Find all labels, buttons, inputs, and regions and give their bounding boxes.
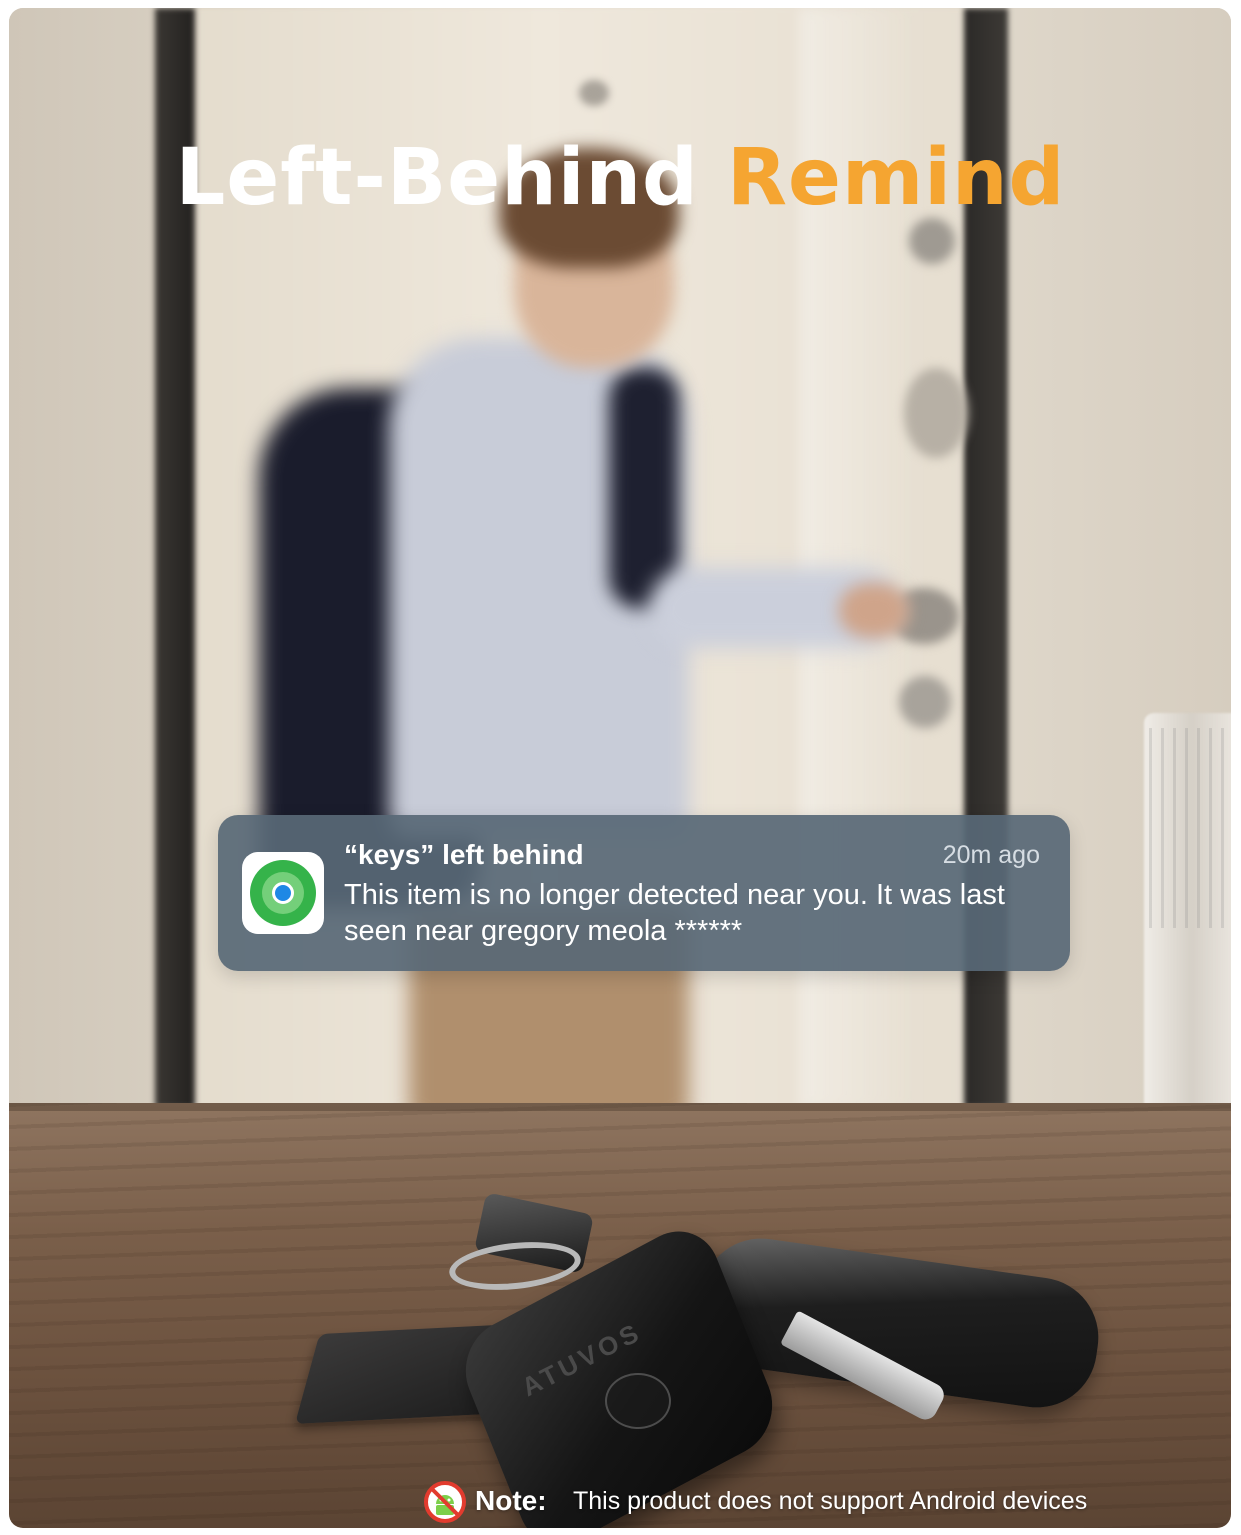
headline: Left-Behind Remind [0, 133, 1241, 223]
door-lock-lower [899, 676, 951, 728]
boy-hand [839, 583, 909, 638]
left-behind-notification[interactable]: “keys” left behind 20m ago This item is … [218, 815, 1070, 971]
tag-button [605, 1373, 671, 1429]
find-my-icon [242, 852, 324, 934]
note-label: Note: [475, 1485, 547, 1516]
door-lock [904, 368, 968, 458]
notification-title: “keys” left behind [344, 839, 584, 870]
notification-body: This item is no longer detected near you… [344, 879, 1005, 947]
headline-part1: Left-Behind [175, 133, 699, 223]
notification-time: 20m ago [942, 841, 1040, 869]
door-lock-upper [909, 218, 955, 264]
backpack-strap [609, 368, 679, 608]
note-text: This product does not support Android de… [573, 1487, 1088, 1515]
headline-part2: Remind [727, 133, 1066, 223]
product-image: ATUVOS [9, 8, 1231, 1528]
no-android-icon [424, 1481, 466, 1523]
compatibility-note: Note: This product does not support Andr… [423, 1480, 1223, 1526]
door-peephole [579, 80, 609, 106]
